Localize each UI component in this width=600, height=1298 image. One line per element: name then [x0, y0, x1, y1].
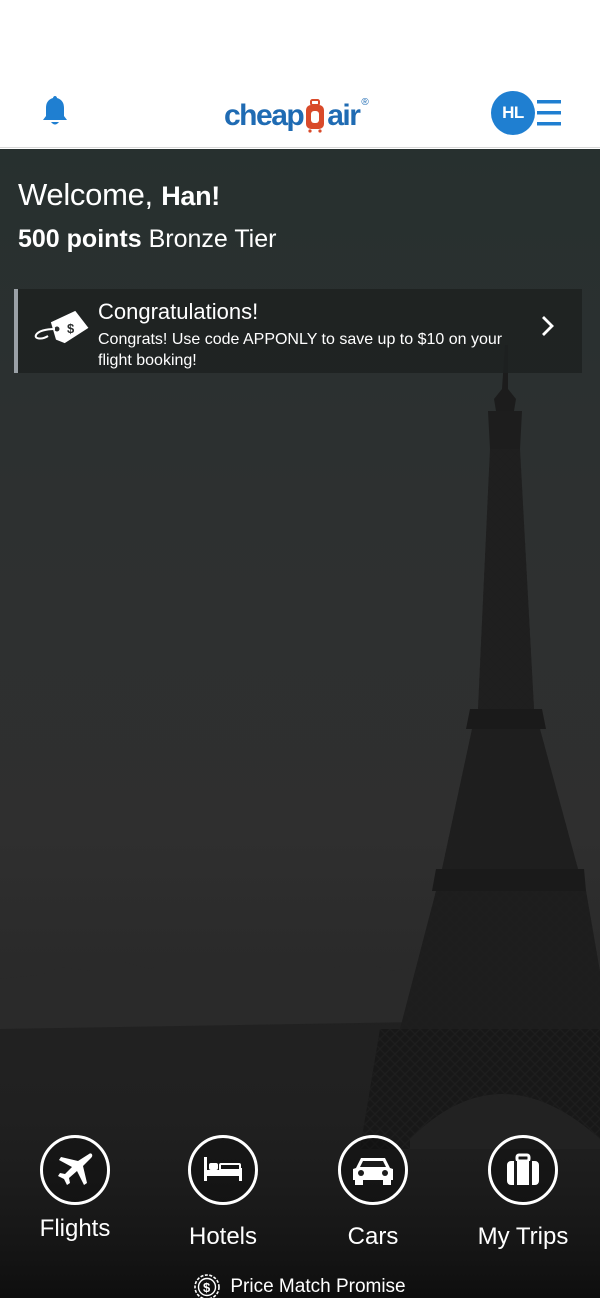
- bell-icon[interactable]: [40, 94, 70, 128]
- price-match-label: Price Match Promise: [230, 1276, 406, 1297]
- promo-banner[interactable]: $ Congratulations! Congrats! Use code AP…: [14, 289, 582, 373]
- tier-label: Bronze Tier: [148, 225, 277, 253]
- price-tag-icon: $: [34, 310, 89, 344]
- welcome-heading: Welcome, Han!: [18, 177, 220, 213]
- nav-my-trips[interactable]: My Trips: [448, 1129, 598, 1251]
- app-header: cheap air ® HL: [0, 0, 600, 148]
- nav-label-my-trips: My Trips: [477, 1223, 569, 1250]
- logo-text-air: air: [327, 99, 361, 132]
- my-trips-icon-circle: [488, 1135, 558, 1205]
- cars-icon-circle: [338, 1135, 408, 1205]
- hotels-icon-circle: [188, 1135, 258, 1205]
- chevron-right-icon: [542, 316, 554, 336]
- dollar-seal-icon: $: [194, 1274, 221, 1298]
- airplane-icon: [58, 1153, 93, 1185]
- suitcase-logo-icon: [306, 99, 325, 133]
- user-first-name: Han!: [161, 181, 220, 211]
- points-balance: 500 points: [18, 225, 142, 253]
- avatar: HL: [491, 91, 535, 135]
- nav-cars[interactable]: Cars: [298, 1129, 448, 1251]
- bed-icon: [204, 1157, 242, 1181]
- promo-message: Congrats! Use code APPONLY to save up to…: [98, 331, 503, 369]
- suitcase-icon: [507, 1153, 539, 1185]
- nav-label-hotels: Hotels: [188, 1223, 258, 1250]
- car-icon: [353, 1158, 393, 1185]
- welcome-greeting: Welcome,: [18, 177, 153, 212]
- svg-text:$: $: [67, 321, 75, 336]
- hamburger-menu-icon: [537, 100, 561, 126]
- logo-text-cheap: cheap: [224, 99, 305, 132]
- cheapoair-logo[interactable]: cheap air ®: [224, 93, 369, 133]
- flights-icon-circle: [40, 1135, 110, 1205]
- nav-flights[interactable]: Flights: [0, 1129, 150, 1243]
- nav-hotels[interactable]: Hotels: [148, 1129, 298, 1251]
- bottom-navigation: Flights Hotels Cars My Trips: [0, 1129, 600, 1251]
- hero-background: Welcome, Han! 500 points Bronze Tier $ C…: [0, 149, 600, 1298]
- nav-label-flights: Flights: [39, 1215, 111, 1242]
- svg-text:$: $: [203, 1280, 211, 1295]
- logo-registered-mark: ®: [361, 97, 369, 108]
- promo-title: Congratulations!: [98, 299, 259, 324]
- nav-label-cars: Cars: [347, 1223, 399, 1250]
- price-match-promise[interactable]: $ Price Match Promise: [0, 1274, 600, 1298]
- loyalty-status: 500 points Bronze Tier: [18, 225, 276, 254]
- account-menu-button[interactable]: HL: [491, 91, 563, 135]
